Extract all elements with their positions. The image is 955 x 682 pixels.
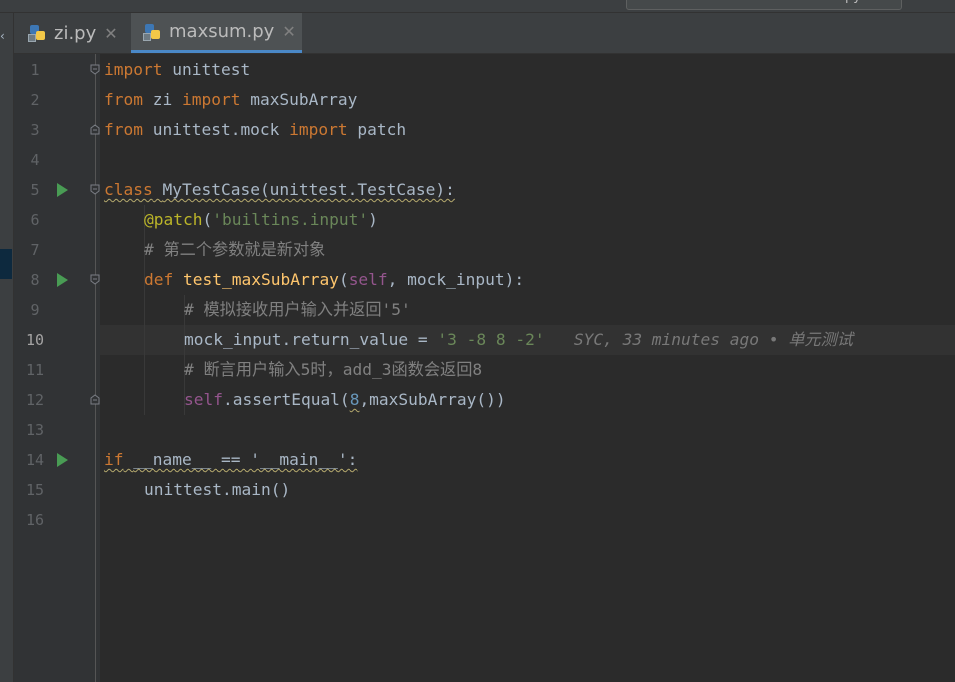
code-text: maxSubArray [240, 90, 358, 109]
code-text: ( [202, 210, 213, 229]
code-line-1: import unittest [104, 55, 250, 85]
code-line-8: def test_maxSubArray(self, mock_input): [144, 265, 524, 295]
line-number: 14 [25, 451, 45, 469]
line-number: 7 [30, 241, 40, 259]
code-line-10: mock_input.return_value = '3 -8 8 -2' SY… [184, 325, 853, 355]
line-number: 13 [25, 421, 45, 439]
line-number: 9 [30, 301, 40, 319]
code-text: , mock_input): [387, 270, 525, 289]
tab-label: maxsum.py [169, 21, 275, 42]
code-text: ,maxSubArray()) [359, 390, 506, 409]
project-panel-edge: ‹ [0, 13, 14, 682]
code-line-2: from zi import maxSubArray [104, 85, 357, 115]
fold-marker-icon[interactable] [90, 64, 100, 75]
keyword: from [104, 90, 143, 109]
code-line-15: unittest.main() [144, 480, 291, 499]
code-line-9: # 模拟接收用户输入并返回'5' [184, 300, 411, 319]
code-line-14: if __name__ == '__main__': [104, 445, 357, 475]
self-keyword: self [184, 390, 223, 409]
keyword: import [289, 120, 348, 139]
gutter-divider [95, 54, 96, 682]
close-icon[interactable]: ✕ [104, 24, 117, 43]
decorator: @patch [144, 210, 203, 229]
keyword: class [104, 180, 153, 199]
line-number: 11 [25, 361, 45, 379]
run-gutter-icon[interactable] [57, 273, 68, 287]
run-config-label: py [845, 0, 861, 4]
fold-marker-icon[interactable] [90, 184, 100, 195]
chevron-left-icon[interactable]: ‹ [0, 29, 5, 43]
python-file-icon [28, 23, 48, 43]
run-gutter-icon[interactable] [57, 453, 68, 467]
code-text: patch [347, 120, 407, 139]
class-declaration: MyTestCase(unittest.TestCase): [162, 180, 455, 199]
tab-label: zi.py [54, 22, 97, 44]
code-text: .assertEqual( [222, 390, 350, 409]
selected-item-marker [0, 249, 12, 279]
line-number: 6 [30, 211, 40, 229]
code-text: __name__ == '__main__': [133, 450, 358, 469]
line-number: 15 [25, 481, 45, 499]
run-configuration-selector[interactable]: py [626, 0, 902, 10]
keyword: def [144, 270, 174, 289]
code-text: unittest.mock [142, 120, 290, 139]
keyword: if [104, 450, 124, 469]
title-strip: py [0, 0, 955, 13]
fold-marker-icon[interactable] [90, 124, 100, 135]
keyword: import [181, 90, 241, 109]
line-number: 8 [30, 271, 40, 289]
code-text: mock_input.return_value = [184, 330, 438, 349]
tab-maxsum-py[interactable]: maxsum.py ✕ [131, 13, 302, 53]
code-text: zi [142, 90, 182, 109]
number-literal: 8 [349, 390, 360, 409]
git-blame-annotation: SYC, 33 minutes ago • 单元测试 [573, 330, 853, 349]
line-number-current: 10 [25, 331, 45, 349]
line-number: 16 [25, 511, 45, 529]
run-gutter-icon[interactable] [57, 183, 68, 197]
self-keyword: self [348, 270, 388, 289]
code-text: ( [338, 270, 349, 289]
fold-marker-icon[interactable] [90, 274, 100, 285]
code-line-7: # 第二个参数就是新对象 [144, 240, 326, 259]
line-number: 2 [30, 91, 40, 109]
code-line-6: @patch('builtins.input') [144, 205, 378, 235]
editor-tab-bar: zi.py ✕ maxsum.py ✕ [0, 13, 955, 54]
code-text: unittest [162, 60, 251, 79]
python-file-icon [143, 22, 163, 42]
fold-marker-icon[interactable] [90, 394, 100, 405]
code-text: ) [368, 210, 378, 229]
line-number: 4 [30, 151, 40, 169]
keyword: import [104, 60, 163, 79]
string-literal: 'builtins.input' [212, 210, 369, 229]
close-icon[interactable]: ✕ [282, 22, 295, 41]
function-name: test_maxSubArray [183, 270, 339, 289]
code-line-11: # 断言用户输入5时，add_3函数会返回8 [184, 360, 483, 379]
line-number: 5 [30, 181, 40, 199]
line-number: 3 [30, 121, 40, 139]
tab-zi-py[interactable]: zi.py ✕ [28, 13, 128, 53]
code-line-3: from unittest.mock import patch [104, 115, 406, 145]
keyword: from [104, 120, 143, 139]
code-line-12: self.assertEqual(8,maxSubArray()) [184, 385, 506, 415]
string-literal: '3 -8 8 -2' [437, 330, 545, 349]
code-line-5: class MyTestCase(unittest.TestCase): [104, 175, 455, 205]
line-number: 1 [30, 61, 40, 79]
line-number: 12 [25, 391, 45, 409]
